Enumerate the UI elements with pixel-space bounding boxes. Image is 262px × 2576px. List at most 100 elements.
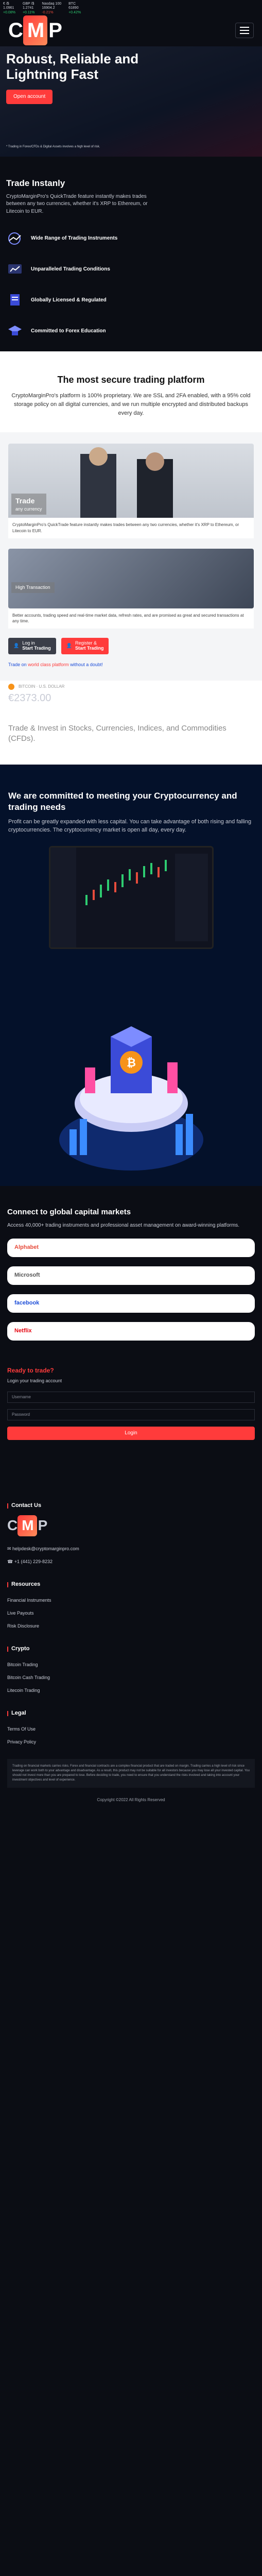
feature-list: Wide Range of Trading Instruments Unpara… — [0, 221, 262, 351]
username-input[interactable] — [7, 1391, 255, 1403]
crypto-section: We are committed to meeting your Cryptoc… — [0, 765, 262, 965]
footer-link[interactable]: Live Payouts — [7, 1607, 255, 1620]
register-cta-button[interactable]: 👤 Register & Start Trading — [61, 637, 109, 654]
feature-item: Unparalleled Trading Conditions — [6, 262, 256, 277]
footer-link[interactable]: Bitcoin Cash Trading — [7, 1671, 255, 1684]
section-text: CryptoMarginPro's platform is 100% propr… — [11, 393, 251, 417]
hero-title: Robust, Reliable and Lightning Fast — [6, 51, 139, 82]
partner-logo-facebook: facebook — [7, 1294, 255, 1313]
ticker-value: 16904.2 — [42, 6, 55, 10]
logo-letter-m: M — [23, 15, 48, 45]
login-subtitle: Login your trading account — [7, 1378, 62, 1383]
bitcoin-icon — [8, 683, 14, 690]
copyright: Copyright ©2022 All Rights Reserved — [97, 1797, 165, 1802]
market-ticker: € /$ 1.0961 +0.08% GBP /$ 1.2741 +0.11% Nasdaq… — [0, 0, 262, 14]
crypto-title: Crypto — [11, 1645, 30, 1652]
dashboard-icon — [6, 262, 24, 277]
user-plus-icon: 👤 — [66, 642, 72, 648]
brand-logo[interactable]: C M P — [8, 15, 62, 45]
section-text: Access 40,000+ trading instruments and p… — [7, 1222, 240, 1228]
ticker-change: -0.21% — [42, 10, 54, 14]
resources-title: Resources — [11, 1581, 41, 1587]
ticker-symbol: € /$ — [3, 2, 9, 6]
candlestick-chart — [85, 860, 167, 906]
risk-disclaimer: Trading on financial markets carries ris… — [7, 1758, 255, 1788]
footer-link[interactable]: Privacy Policy — [7, 1736, 255, 1749]
ticker-item[interactable]: GBP /$ 1.2741 +0.11% — [22, 2, 35, 14]
crypto-illustration: ₿ — [0, 964, 262, 1187]
price-value: €2373.00 — [8, 692, 51, 704]
invest-tagline: Trade & Invest in Stocks, Currencies, In… — [0, 720, 262, 765]
ticker-symbol: GBP /$ — [22, 2, 34, 6]
section-title: Connect to global capital markets — [7, 1208, 131, 1217]
partner-logo-microsoft: Microsoft — [7, 1266, 255, 1285]
menu-toggle-button[interactable] — [235, 23, 254, 38]
contact-email[interactable]: ✉ helpdesk@cryptomarginpro.com — [7, 1543, 255, 1555]
footer-link[interactable]: Financial Instruments — [7, 1594, 255, 1607]
feature-item: Committed to Forex Education — [6, 324, 256, 339]
footer-logo[interactable]: C M P — [7, 1515, 255, 1536]
price-widget: BITCOIN · U.S. DOLLAR €2373.00 — [0, 680, 262, 720]
footer-link[interactable]: Risk Disclosure — [7, 1620, 255, 1633]
open-account-button[interactable]: Open account — [6, 89, 53, 105]
svg-text:₿: ₿ — [127, 1056, 136, 1069]
trading-dashboard-screenshot — [48, 846, 214, 950]
contact-phone[interactable]: ☎ +1 (441) 229-8232 — [7, 1555, 255, 1568]
license-icon — [6, 293, 24, 308]
order-book — [174, 854, 208, 942]
feature-item: Globally Licensed & Regulated — [6, 293, 256, 308]
feature-item: Wide Range of Trading Instruments — [6, 231, 256, 246]
price-label: BITCOIN · U.S. DOLLAR — [19, 684, 65, 689]
feature-label: Committed to Forex Education — [31, 328, 106, 334]
logo-letter-p: P — [48, 19, 62, 42]
login-button[interactable]: Login — [7, 1426, 255, 1440]
footer: Contact Us C M P ✉ helpdesk@cryptomargin… — [0, 1459, 262, 1814]
ticker-item[interactable]: € /$ 1.0961 +0.08% — [3, 2, 15, 14]
section-text: Profit can be greatly expanded with less… — [8, 819, 252, 834]
top-nav: C M P — [0, 14, 262, 46]
risk-warning: * Trading in Forex/CFDs & Digital Assets… — [6, 145, 100, 149]
login-cta-button[interactable]: 👤 Log in Start Trading — [8, 637, 56, 654]
ticker-symbol: Nasdaq 100 — [42, 2, 62, 6]
ticker-item[interactable]: BTC 61890 +0.42% — [68, 2, 81, 14]
secure-platform-section: The most secure trading platform CryptoM… — [0, 351, 262, 433]
partner-logo-alphabet: Alphabet — [7, 1239, 255, 1258]
section-text: CryptoMarginPro's QuickTrade feature ins… — [6, 193, 148, 214]
login-section: Ready to trade? Login your trading accou… — [0, 1351, 262, 1459]
hero-banner: Robust, Reliable and Lightning Fast Open… — [0, 46, 262, 157]
photo-caption: High Transaction — [11, 582, 55, 593]
contact-title: Contact Us — [11, 1502, 42, 1509]
ticker-value: 61890 — [68, 6, 79, 10]
image-card-transaction: High Transaction Better accounts, tradin… — [0, 543, 262, 634]
partner-logo-netflix: Netflix — [7, 1322, 255, 1341]
ticker-item[interactable]: Nasdaq 100 16904.2 -0.21% — [42, 2, 62, 14]
platform-link[interactable]: world class platform — [28, 662, 69, 667]
image-card-trade: Trade any currency CryptoMarginPro's Qui… — [0, 432, 262, 544]
ticker-change: +0.08% — [3, 10, 15, 14]
transaction-photo: High Transaction — [8, 548, 254, 608]
user-icon: 👤 — [13, 642, 20, 648]
section-title: The most secure trading platform — [57, 375, 205, 385]
platform-note: Trade on world class platform without a … — [0, 657, 262, 681]
education-icon — [6, 324, 24, 339]
photo-caption: Trade any currency — [11, 494, 46, 515]
feature-label: Globally Licensed & Regulated — [31, 297, 107, 303]
ticker-change: +0.42% — [68, 10, 81, 14]
footer-link[interactable]: Litecoin Trading — [7, 1684, 255, 1697]
card-description: Better accounts, trading speed and real-… — [8, 608, 254, 629]
login-title: Ready to trade? — [7, 1367, 54, 1375]
ticker-value: 1.0961 — [3, 6, 14, 10]
ticker-change: +0.11% — [22, 10, 35, 14]
feature-label: Wide Range of Trading Instruments — [31, 235, 118, 241]
trade-instantly-section: Trade Instanly CryptoMarginPro's QuickTr… — [0, 157, 262, 221]
hamburger-icon — [240, 27, 249, 28]
legal-title: Legal — [11, 1709, 26, 1716]
footer-link[interactable]: Terms Of Use — [7, 1723, 255, 1736]
section-title: Trade Instanly — [6, 178, 65, 188]
card-description: CryptoMarginPro's QuickTrade feature ins… — [8, 518, 254, 538]
ticker-value: 1.2741 — [22, 6, 34, 10]
feature-label: Unparalleled Trading Conditions — [31, 266, 110, 272]
footer-link[interactable]: Bitcoin Trading — [7, 1658, 255, 1671]
password-input[interactable] — [7, 1409, 255, 1420]
section-title: We are committed to meeting your Cryptoc… — [8, 791, 237, 812]
